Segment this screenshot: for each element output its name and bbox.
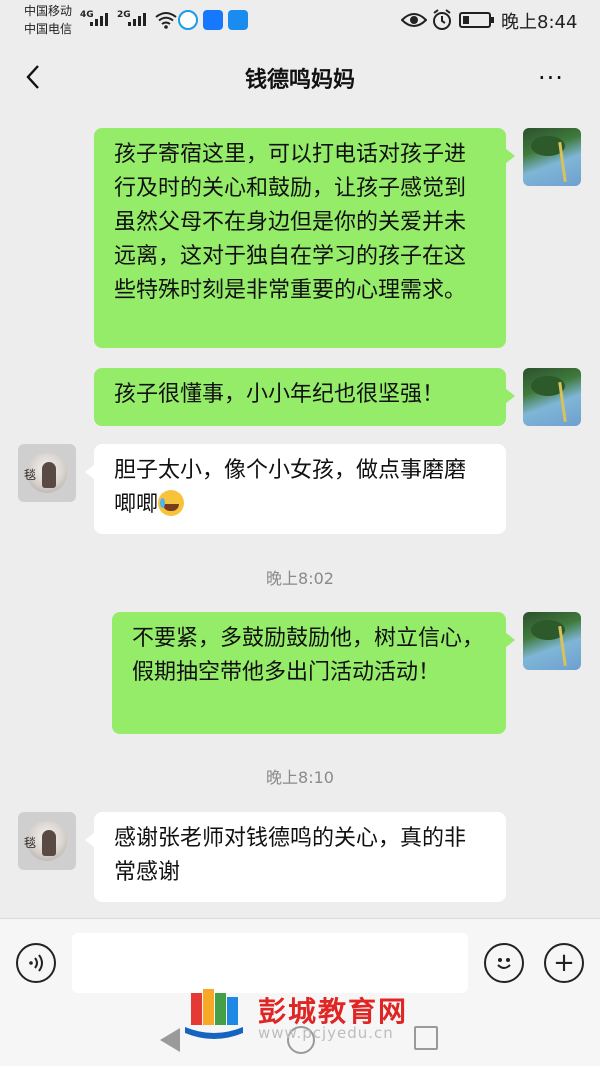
smile-icon[interactable] — [484, 943, 524, 983]
timestamp: 晚上8:02 — [266, 569, 334, 588]
wifi-icon — [155, 12, 177, 29]
message-text: 孩子寄宿这里，可以打电话对孩子进行及时的关心和鼓励，让孩子感觉到虽然父母不在身边… — [114, 142, 467, 303]
more-dots-icon[interactable]: ··· — [538, 64, 564, 92]
battery-icon — [459, 12, 494, 28]
message-text: 孩子很懂事，小小年纪也很坚强！ — [114, 382, 445, 407]
nav-recent-icon[interactable] — [414, 1026, 438, 1050]
message-bubble-me[interactable]: 孩子寄宿这里，可以打电话对孩子进行及时的关心和鼓励，让孩子感觉到虽然父母不在身边… — [94, 128, 515, 348]
message-bubble-contact[interactable]: 胆子太小，像个小女孩，做点事磨磨唧唧 — [85, 444, 506, 534]
avatar-signature: 毯 — [24, 836, 37, 850]
watermark-logo-icon — [185, 989, 243, 1039]
message-bubble-me[interactable]: 不要紧，多鼓励鼓励他，树立信心，假期抽空带他多出门活动活动！ — [112, 612, 515, 734]
shield-app-icon — [228, 10, 248, 30]
avatar-contact[interactable]: 毯 — [18, 812, 76, 870]
chat-title: 钱德鸣妈妈 — [244, 68, 355, 93]
avatar-me[interactable] — [523, 612, 581, 670]
message-text: 不要紧，多鼓励鼓励他，树立信心，假期抽空带他多出门活动活动！ — [132, 626, 485, 685]
cloud-app-icon — [178, 10, 198, 30]
plus-icon[interactable]: + — [544, 943, 584, 983]
message-text: 感谢张老师对钱德鸣的关心，真的非常感谢 — [114, 826, 467, 885]
signal-icon-2 — [128, 12, 146, 26]
voice-icon[interactable] — [16, 943, 56, 983]
eye-icon — [401, 13, 427, 27]
flag-app-icon — [203, 10, 223, 30]
carrier-1: 中国移动 — [24, 4, 73, 18]
avatar-contact[interactable]: 毯 — [18, 444, 76, 502]
nav-back-icon[interactable] — [160, 1028, 180, 1052]
signal-icon — [90, 12, 108, 26]
message-bubble-me[interactable]: 孩子很懂事，小小年纪也很坚强！ — [94, 368, 515, 426]
avatar-signature: 毯 — [24, 468, 37, 482]
timestamp: 晚上8:10 — [266, 768, 334, 787]
chat-header: 钱德鸣妈妈 ··· — [0, 40, 600, 112]
message-bubble-contact[interactable]: 感谢张老师对钱德鸣的关心，真的非常感谢 — [85, 812, 506, 902]
avatar-me[interactable] — [523, 128, 581, 186]
cry-laugh-emoji-icon — [158, 490, 185, 516]
watermark-url: www.pcjyedu.cn — [258, 1024, 394, 1042]
status-time: 晚上8:44 — [501, 12, 578, 33]
message-input[interactable] — [72, 933, 468, 993]
carrier-2: 中国电信 — [24, 22, 73, 36]
alarm-icon — [433, 9, 451, 30]
avatar-me[interactable] — [523, 368, 581, 426]
status-bar: 中国移动 中国电信 4G 2G 晚上8:44 — [0, 0, 600, 40]
